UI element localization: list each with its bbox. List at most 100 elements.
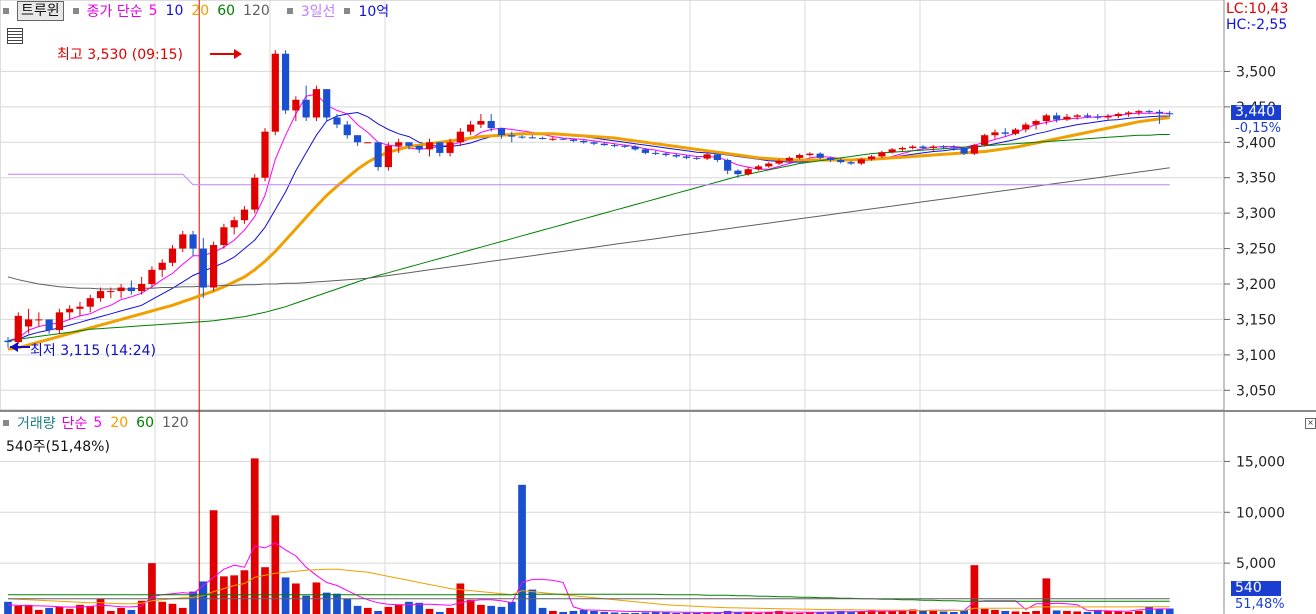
- price-tick-label: 3,500: [1236, 64, 1276, 80]
- low-arrow-head: [10, 342, 18, 352]
- volume-bar: [1052, 610, 1061, 614]
- candle: [302, 99, 310, 118]
- toolbar-square-icon: [72, 8, 79, 14]
- volume-bar: [45, 607, 53, 614]
- candle: [631, 146, 639, 150]
- ma-period-60[interactable]: 60: [217, 3, 235, 19]
- volume-bar: [980, 608, 989, 614]
- volume-bar: [425, 608, 434, 614]
- candle: [487, 121, 495, 129]
- candle: [333, 117, 341, 125]
- price-indicator-label[interactable]: 종가 단순: [87, 1, 143, 21]
- price-toolbar: 트루윈 종가 단순 5 10 20 60 120 3일선 10억: [0, 0, 389, 22]
- candle: [364, 142, 372, 144]
- volume-bar: [497, 606, 506, 614]
- candle: [271, 53, 279, 132]
- candle: [785, 157, 793, 161]
- candle: [909, 146, 917, 148]
- volume-ma-period-20[interactable]: 20: [110, 415, 128, 431]
- volume-toolbar: 거래량 단순 5 20 60 120: [0, 412, 197, 434]
- volume-bar: [405, 601, 413, 614]
- volume-bar: [96, 598, 105, 614]
- candle: [281, 53, 290, 111]
- candle: [220, 227, 228, 246]
- volume-bar: [199, 581, 208, 614]
- candle: [662, 153, 670, 156]
- current-pct-tag: -0,15%: [1235, 121, 1281, 136]
- candle: [693, 157, 701, 159]
- candle: [826, 157, 835, 160]
- volume-label[interactable]: 거래량: [17, 413, 56, 433]
- price-tick-label: 3,300: [1236, 206, 1276, 222]
- candle: [127, 287, 135, 292]
- candle: [1145, 111, 1153, 113]
- truwin-button[interactable]: 트루윈: [17, 1, 64, 21]
- candle: [1135, 111, 1143, 113]
- candle: [148, 269, 156, 284]
- volume-bar: [538, 607, 547, 614]
- ma-period-120[interactable]: 120: [243, 3, 270, 19]
- volume-bar: [55, 606, 64, 614]
- volume-bar: [65, 608, 74, 614]
- volume-bar: [14, 605, 23, 614]
- volume-bar: [353, 605, 362, 614]
- chart-canvas[interactable]: 3,5003,4503,4003,3503,3003,2503,2003,150…: [0, 0, 1316, 614]
- candle: [744, 169, 752, 175]
- candle: [384, 145, 392, 168]
- volume-ma-period-60[interactable]: 60: [136, 415, 154, 431]
- candle: [1166, 113, 1174, 115]
- candle: [569, 139, 578, 141]
- amount-label[interactable]: 10억: [358, 1, 389, 21]
- candle: [898, 147, 907, 150]
- candle: [1053, 115, 1061, 120]
- candle: [189, 234, 197, 249]
- candle: [796, 155, 804, 158]
- candle: [168, 248, 177, 263]
- candle: [107, 291, 115, 293]
- volume-ma-label[interactable]: 단순: [62, 413, 88, 433]
- volume-ma-line-20: [7, 568, 1170, 611]
- ma-period-20[interactable]: 20: [191, 3, 209, 19]
- volume-tick-label: 10,000: [1236, 505, 1285, 521]
- volume-ma-line-5: [7, 542, 1170, 614]
- price-tick-label: 3,100: [1236, 348, 1276, 364]
- price-panel-frame: [0, 0, 1225, 411]
- candle: [96, 291, 105, 299]
- volume-bar: [343, 598, 352, 614]
- volume-bar: [507, 601, 516, 614]
- ma-period-10[interactable]: 10: [166, 3, 184, 19]
- calendar-icon[interactable]: [7, 28, 23, 44]
- candle: [117, 287, 125, 292]
- close-icon[interactable]: ×: [1305, 418, 1316, 429]
- candle: [1114, 113, 1122, 117]
- volume-ma-period-120[interactable]: 120: [162, 415, 189, 431]
- candle: [528, 137, 536, 139]
- toolbar-square-icon: [3, 8, 9, 14]
- price-tick-label: 3,350: [1236, 171, 1276, 187]
- candle: [323, 89, 331, 118]
- volume-bar: [76, 604, 84, 614]
- candle: [939, 146, 948, 148]
- price-tick-label: 3,150: [1236, 312, 1276, 328]
- volume-bar: [466, 599, 475, 614]
- candle: [816, 153, 824, 158]
- candle: [1042, 115, 1050, 122]
- ma-line-10: [7, 111, 1170, 342]
- candle: [652, 152, 660, 154]
- volume-bar: [363, 607, 372, 614]
- candle: [580, 140, 588, 143]
- volume-readout: 540주(51,48%): [6, 439, 110, 455]
- candle: [1155, 111, 1164, 114]
- candle: [713, 154, 721, 160]
- ma-period-5[interactable]: 5: [149, 3, 158, 19]
- volume-bar: [322, 592, 331, 614]
- candle: [775, 160, 783, 164]
- price-tick-label: 3,250: [1236, 242, 1276, 258]
- volume-bar: [250, 458, 259, 614]
- line3-label[interactable]: 3일선: [301, 1, 336, 21]
- candle: [55, 312, 64, 331]
- candle: [45, 319, 53, 331]
- candle: [621, 145, 629, 147]
- volume-ma-period-5[interactable]: 5: [93, 415, 102, 431]
- candle: [970, 145, 978, 154]
